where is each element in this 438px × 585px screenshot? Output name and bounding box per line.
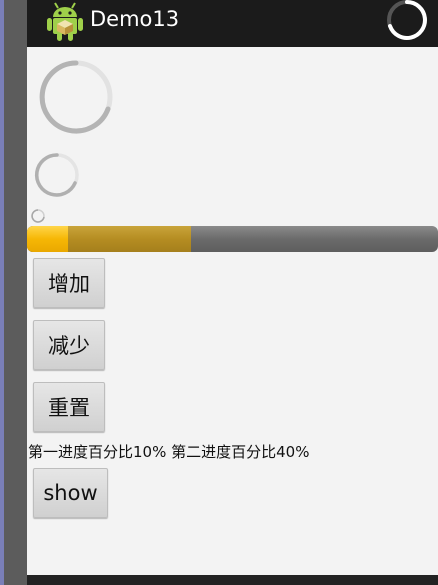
small-spinner-icon bbox=[31, 209, 45, 223]
add-button[interactable]: 增加 bbox=[33, 258, 105, 308]
medium-spinner-icon bbox=[34, 153, 79, 197]
titlebar-spinner-icon bbox=[387, 0, 427, 40]
title-bar: Demo13 bbox=[27, 0, 438, 47]
emulator-edge-strip bbox=[0, 0, 4, 585]
bottom-frame bbox=[27, 575, 438, 585]
android-icon bbox=[47, 2, 83, 41]
progress-percent-text: 第一进度百分比10% 第二进度百分比40% bbox=[28, 443, 310, 461]
reset-button[interactable]: 重置 bbox=[33, 382, 105, 432]
horizontal-progress-bar bbox=[27, 226, 438, 252]
show-button[interactable]: show bbox=[33, 468, 108, 518]
subtract-button[interactable]: 减少 bbox=[33, 320, 105, 370]
content-area: 增加 减少 重置 第一进度百分比10% 第二进度百分比40% show bbox=[27, 47, 438, 575]
emulator-left-frame bbox=[0, 0, 27, 585]
app-title: Demo13 bbox=[90, 7, 180, 31]
primary-progress-fill bbox=[27, 226, 69, 252]
large-spinner-icon bbox=[39, 60, 113, 134]
